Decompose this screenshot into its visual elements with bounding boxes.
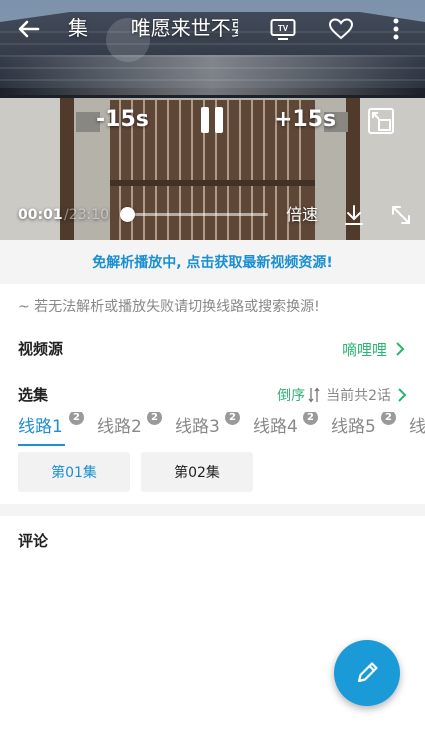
video-player[interactable]: 集 唯愿来世不要 TV -15s +15s 00:01 /23:10 倍速	[0, 0, 425, 240]
section-divider	[0, 504, 425, 516]
video-source-selector[interactable]: 嘀哩哩	[342, 336, 405, 362]
back-arrow-icon[interactable]	[12, 12, 46, 46]
route-tabs: 线路1 2 线路2 2 线路3 2 线路4 2 线路5 2 线	[0, 412, 425, 446]
route-tab-2[interactable]: 线路2	[97, 412, 142, 446]
route-tab-3[interactable]: 线路3	[175, 412, 220, 446]
picture-in-picture-icon[interactable]	[364, 104, 398, 138]
pencil-icon	[357, 662, 378, 683]
rewind-15s-button[interactable]: -15s	[96, 104, 149, 136]
episode-button-2[interactable]: 第02集	[141, 452, 253, 492]
sort-icon	[308, 387, 320, 403]
route-badge: 2	[381, 412, 396, 425]
route-tab-6[interactable]: 线	[409, 412, 425, 446]
switch-route-hint: ~ 若无法解析或播放失败请切换线路或搜索换源!	[18, 299, 320, 315]
route-badge: 2	[147, 412, 162, 425]
video-source-value: 嘀哩哩	[341, 340, 387, 359]
route-tab-1[interactable]: 线路1	[18, 412, 65, 446]
episodes-short-label[interactable]: 集	[68, 16, 88, 40]
comments-label: 评论	[18, 532, 49, 550]
route-badge: 2	[69, 412, 84, 425]
seek-thumb[interactable]	[120, 207, 135, 222]
episode-title: 集 唯愿来世不要	[68, 13, 238, 43]
route-badge: 2	[225, 412, 240, 425]
total-time: /23:10	[64, 207, 110, 223]
pause-icon[interactable]	[192, 100, 232, 140]
forward-15s-button[interactable]: +15s	[274, 104, 336, 136]
more-vertical-icon[interactable]	[384, 12, 408, 46]
tv-cast-icon[interactable]: TV	[266, 14, 300, 44]
playback-speed-button[interactable]: 倍速	[286, 204, 318, 226]
reverse-order-label: 倒序	[277, 388, 306, 404]
reverse-order-button[interactable]: 倒序	[277, 385, 320, 405]
current-time: 00:01	[18, 207, 63, 223]
episode-total-count: 当前共2话	[326, 388, 391, 404]
episode-order-bar: 倒序 当前共2话	[277, 382, 407, 408]
parse-notice-banner[interactable]: 免解析播放中, 点击获取最新视频资源!	[0, 240, 425, 284]
chevron-right-icon[interactable]	[397, 387, 407, 403]
fullscreen-icon[interactable]	[387, 200, 415, 230]
episodes-label: 选集	[18, 386, 49, 404]
chevron-right-icon	[396, 342, 405, 356]
route-badge: 2	[303, 412, 318, 425]
video-title: 唯愿来世不要	[130, 16, 238, 40]
seek-bar[interactable]	[126, 213, 268, 216]
episode-button-1[interactable]: 第01集	[18, 452, 130, 492]
route-tab-5[interactable]: 线路5	[331, 412, 376, 446]
video-source-label: 视频源	[18, 340, 64, 358]
route-tab-4[interactable]: 线路4	[253, 412, 298, 446]
write-comment-button[interactable]	[334, 640, 400, 706]
heart-icon[interactable]	[324, 12, 358, 46]
svg-text:TV: TV	[278, 24, 289, 33]
download-icon[interactable]	[340, 200, 368, 230]
